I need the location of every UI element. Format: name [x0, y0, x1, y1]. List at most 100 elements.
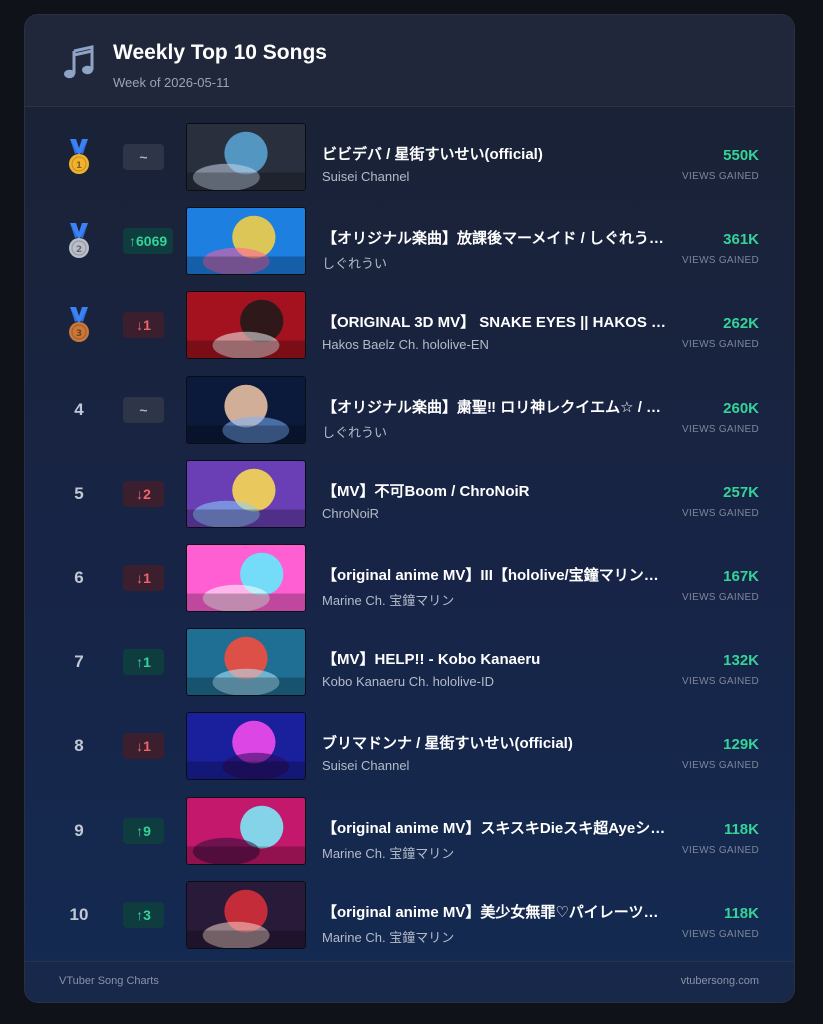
channel-name[interactable]: Marine Ch. 宝鐘マリン	[322, 927, 670, 946]
song-row[interactable]: 5 ↓2 【MV】不可Boom / ChroNoiR ChroNoiR 257K…	[25, 459, 794, 544]
rank-number: 9	[74, 820, 84, 840]
song-title[interactable]: 【original anime MV】スキスキDieスキ超Ayeシテル【holo…	[322, 817, 670, 838]
song-title[interactable]: ビビデバ / 星街すいせい(official)	[322, 143, 670, 164]
video-thumbnail[interactable]	[186, 628, 306, 697]
channel-name[interactable]: Kobo Kanaeru Ch. hololive-ID	[322, 674, 670, 689]
song-row[interactable]: 1 ~ ビビデバ / 星街すいせい(official) Suisei Chann…	[25, 123, 794, 207]
song-row[interactable]: 6 ↓1 【original anime MV】III【hololive/宝鐘マ…	[25, 543, 794, 628]
rank-number: 6	[74, 567, 84, 587]
chart-card: Weekly Top 10 Songs Week of 2026-05-11 1…	[24, 14, 795, 1003]
views-label: VIEWS GAINED	[682, 591, 759, 603]
song-title[interactable]: 【MV】不可Boom / ChroNoiR	[322, 480, 670, 501]
views-value: 118K	[723, 820, 759, 838]
views-value: 167K	[723, 567, 759, 585]
rank-change-badge: ↑6069	[123, 228, 174, 255]
song-title[interactable]: 【ORIGINAL 3D MV】 SNAKE EYES || HAKOS BAE…	[322, 311, 670, 332]
rank-change-badge: ~	[123, 144, 164, 170]
gold-medal-icon: 1	[69, 139, 89, 174]
bronze-medal-icon: 3	[69, 307, 89, 343]
rank-change-badge: ~	[123, 396, 164, 423]
rank-change-badge: ↓1	[123, 312, 164, 339]
views-label: VIEWS GAINED	[682, 423, 759, 435]
song-row[interactable]: 8 ↓1 ブリマドンナ / 星街すいせい(official) Suisei Ch…	[25, 712, 794, 796]
svg-text:2: 2	[76, 245, 82, 255]
rank: 9	[55, 797, 103, 865]
rank-change-badge: ↑9	[123, 817, 164, 844]
channel-name[interactable]: Marine Ch. 宝鐘マリン	[322, 843, 670, 862]
rank-change-badge: ↓2	[123, 480, 164, 507]
views-label: VIEWS GAINED	[682, 171, 759, 182]
views-label: VIEWS GAINED	[682, 676, 759, 688]
video-thumbnail[interactable]	[186, 543, 306, 612]
channel-name[interactable]: Marine Ch. 宝鐘マリン	[322, 590, 670, 609]
rank: 8	[55, 712, 103, 780]
views-label: VIEWS GAINED	[682, 255, 759, 267]
views-value: 129K	[723, 736, 759, 754]
video-thumbnail[interactable]	[186, 796, 306, 865]
song-list: 1 ~ ビビデバ / 星街すいせい(official) Suisei Chann…	[25, 123, 794, 965]
page-title: Weekly Top 10 Songs	[113, 41, 327, 64]
rank: 2	[55, 207, 103, 275]
rank-change-badge: ↑3	[123, 901, 164, 928]
rank: 1	[55, 123, 103, 191]
views-value: 262K	[723, 315, 759, 333]
week-label: Week of 2026-05-11	[113, 75, 230, 90]
song-row[interactable]: 9 ↑9 【original anime MV】スキスキDieスキ超Ayeシテル…	[25, 796, 794, 881]
views-value: 260K	[723, 399, 759, 417]
song-row[interactable]: 7 ↑1 【MV】HELP!! - Kobo Kanaeru Kobo Kana…	[25, 628, 794, 712]
channel-name[interactable]: しぐれうい	[322, 422, 670, 441]
rank-change-badge: ↓1	[123, 733, 164, 760]
video-thumbnail[interactable]	[186, 375, 306, 444]
views-label: VIEWS GAINED	[682, 339, 759, 351]
song-title[interactable]: 【MV】HELP!! - Kobo Kanaeru	[322, 648, 670, 669]
video-thumbnail[interactable]	[186, 459, 306, 528]
svg-text:1: 1	[76, 161, 82, 171]
rank: 6	[55, 544, 103, 612]
views-value: 550K	[723, 147, 759, 164]
rank-number: 7	[74, 652, 84, 672]
video-thumbnail[interactable]	[186, 880, 306, 949]
rank: 3	[55, 291, 103, 359]
channel-name[interactable]: Hakos Baelz Ch. hololive-EN	[322, 337, 670, 352]
rank-number: 5	[74, 483, 84, 503]
rank-number: 8	[74, 736, 84, 756]
song-title[interactable]: 【オリジナル楽曲】放課後マーメイド / しぐれうい【MV】	[322, 227, 670, 248]
rank-number: 10	[69, 904, 89, 924]
views-label: VIEWS GAINED	[682, 844, 759, 856]
video-thumbnail[interactable]	[186, 712, 306, 781]
channel-name[interactable]: Suisei Channel	[322, 758, 670, 773]
channel-name[interactable]: しぐれうい	[322, 253, 670, 272]
views-value: 361K	[723, 231, 759, 249]
views-label: VIEWS GAINED	[682, 928, 759, 940]
views-label: VIEWS GAINED	[682, 507, 759, 519]
channel-name[interactable]: Suisei Channel	[322, 169, 670, 184]
song-title[interactable]: 【original anime MV】美少女無罪♡パイレーツ【hololive/…	[322, 901, 670, 922]
channel-name[interactable]: ChroNoiR	[322, 506, 670, 521]
song-row[interactable]: 4 ~ 【オリジナル楽曲】粛聖‼ ロリ神レクイエム☆ / しぐれうい しぐれうい…	[25, 375, 794, 460]
song-row[interactable]: 10 ↑3 【original anime MV】美少女無罪♡パイレーツ【hol…	[25, 880, 794, 965]
views-value: 118K	[723, 904, 759, 922]
card-header: Weekly Top 10 Songs Week of 2026-05-11	[25, 15, 794, 107]
footer-brand: VTuber Song Charts	[59, 975, 159, 987]
song-title[interactable]: 【オリジナル楽曲】粛聖‼ ロリ神レクイエム☆ / しぐれうい	[322, 396, 670, 417]
views-value: 132K	[723, 652, 759, 670]
footer-link[interactable]: vtubersong.com	[681, 975, 759, 987]
music-note-icon	[64, 45, 94, 79]
rank: 4	[55, 376, 103, 444]
song-title[interactable]: 【original anime MV】III【hololive/宝鐘マリン＆こぼ…	[322, 564, 670, 585]
song-row[interactable]: 3 ↓1 【ORIGINAL 3D MV】 SNAKE EYES || HAKO…	[25, 291, 794, 375]
rank: 10	[55, 881, 103, 949]
views-label: VIEWS GAINED	[682, 760, 759, 772]
song-title[interactable]: ブリマドンナ / 星街すいせい(official)	[322, 732, 670, 753]
silver-medal-icon: 2	[69, 223, 89, 259]
rank-change-badge: ↓1	[123, 564, 164, 591]
video-thumbnail[interactable]	[186, 207, 306, 276]
video-thumbnail[interactable]	[186, 291, 306, 360]
card-footer: VTuber Song Charts vtubersong.com	[25, 961, 794, 1002]
rank-change-badge: ↑1	[123, 649, 164, 676]
rank-number: 4	[74, 399, 84, 419]
song-row[interactable]: 2 ↑6069 【オリジナル楽曲】放課後マーメイド / しぐれうい【MV】 しぐ…	[25, 207, 794, 291]
rank: 5	[55, 460, 103, 528]
video-thumbnail[interactable]	[186, 123, 306, 191]
rank: 7	[55, 628, 103, 696]
